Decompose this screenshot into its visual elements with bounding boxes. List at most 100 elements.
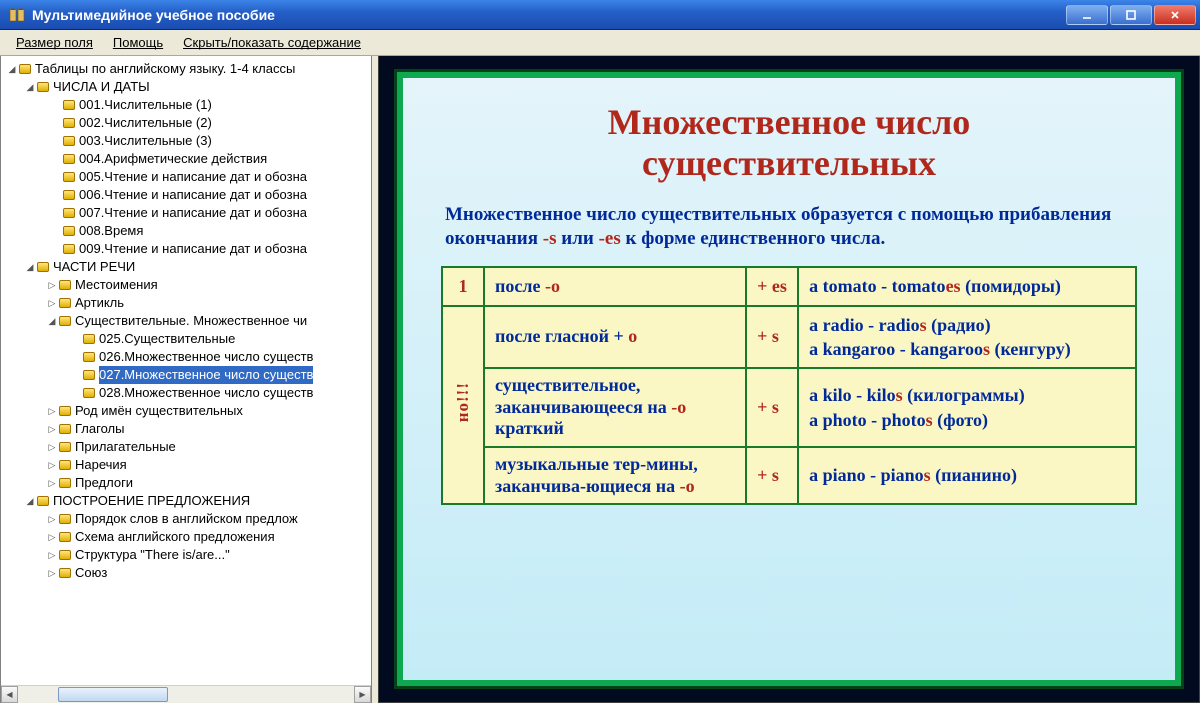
tree-category[interactable]: ◢ ЧАСТИ РЕЧИ xyxy=(3,258,371,276)
expand-icon[interactable]: ▷ xyxy=(47,460,57,470)
slide-card: Множественное число существительных Множ… xyxy=(397,72,1181,686)
tree-label: 002.Числительные (2) xyxy=(79,114,212,132)
example-cell: a kilo - kilos (килограммы) a photo - ph… xyxy=(798,368,1136,447)
tree-item[interactable]: ◢Существительные. Множественное чи xyxy=(3,312,371,330)
slide-title: Множественное число существительных xyxy=(441,102,1137,185)
page-icon xyxy=(63,172,75,182)
grammar-table: 1 после -o + es a tomato - tomatoes (пом… xyxy=(441,266,1137,505)
tree-item[interactable]: 004.Арифметические действия xyxy=(3,150,371,168)
tree-category[interactable]: ◢ ПОСТРОЕНИЕ ПРЕДЛОЖЕНИЯ xyxy=(3,492,371,510)
collapse-icon[interactable]: ◢ xyxy=(47,316,57,326)
tree-label: Наречия xyxy=(75,456,127,474)
scroll-track[interactable] xyxy=(18,686,354,703)
tree-label: Союз xyxy=(75,564,107,582)
tree-item[interactable]: ▷ Схема английского предложения xyxy=(3,528,371,546)
tree-item[interactable]: 003.Числительные (3) xyxy=(3,132,371,150)
collapse-icon[interactable]: ◢ xyxy=(7,64,17,74)
collapse-icon[interactable]: ◢ xyxy=(25,82,35,92)
rule-cell: после -o xyxy=(484,267,746,305)
close-button[interactable] xyxy=(1154,5,1196,25)
expand-icon[interactable]: ▷ xyxy=(47,514,57,524)
tree-item[interactable]: 025.Существительные xyxy=(3,330,371,348)
expand-icon[interactable]: ▷ xyxy=(47,280,57,290)
collapse-icon[interactable]: ◢ xyxy=(25,262,35,272)
tree-category[interactable]: ◢ ЧИСЛА И ДАТЫ xyxy=(3,78,371,96)
scroll-left-icon[interactable]: ◀ xyxy=(1,686,18,703)
folder-icon xyxy=(19,64,31,74)
tree-label: 008.Время xyxy=(79,222,143,240)
tree-item[interactable]: ▷Местоимения xyxy=(3,276,371,294)
tree-item[interactable]: ▷Предлоги xyxy=(3,474,371,492)
folder-icon xyxy=(37,262,49,272)
rule-cell: после гласной + o xyxy=(484,306,746,369)
tree-label: ПОСТРОЕНИЕ ПРЕДЛОЖЕНИЯ xyxy=(53,492,250,510)
tree-item[interactable]: 001.Числительные (1) xyxy=(3,96,371,114)
tree-item[interactable]: ▷Глаголы xyxy=(3,420,371,438)
desc-or: или xyxy=(557,228,599,249)
tree-item[interactable]: 008.Время xyxy=(3,222,371,240)
tree-panel: ◢ Таблицы по английскому языку. 1-4 клас… xyxy=(0,56,372,703)
tree-item-selected[interactable]: 027.Множественное число существ xyxy=(3,366,371,384)
rule-cell: существительное, заканчивающееся на -o к… xyxy=(484,368,746,447)
tree-label: 027.Множественное число существ xyxy=(99,366,313,384)
page-icon xyxy=(63,208,75,218)
tree-item[interactable]: ▷Порядок слов в английском предлож xyxy=(3,510,371,528)
tree-item[interactable]: 007.Чтение и написание дат и обозна xyxy=(3,204,371,222)
scroll-thumb[interactable] xyxy=(58,687,168,702)
page-icon xyxy=(63,226,75,236)
scroll-right-icon[interactable]: ▶ xyxy=(354,686,371,703)
tree-label: Род имён существительных xyxy=(75,402,243,420)
tree-item[interactable]: ▷Структура "There is/are..." xyxy=(3,546,371,564)
slide-description: Множественное число существительных обра… xyxy=(445,203,1133,251)
ending-cell: + s xyxy=(746,447,798,504)
tree-root[interactable]: ◢ Таблицы по английскому языку. 1-4 клас… xyxy=(3,60,371,78)
menu-field-size[interactable]: Размер поля xyxy=(6,30,103,55)
table-row: музыкальные тер-мины, заканчива-ющиеся н… xyxy=(442,447,1136,504)
tree-scroll[interactable]: ◢ Таблицы по английскому языку. 1-4 клас… xyxy=(1,56,371,685)
menu-help[interactable]: Помощь xyxy=(103,30,173,55)
collapse-icon[interactable]: ◢ xyxy=(25,496,35,506)
table-row: но!!! после гласной + o + s a radio - ra… xyxy=(442,306,1136,369)
tree-label: 001.Числительные (1) xyxy=(79,96,212,114)
tree-label: 028.Множественное число существ xyxy=(99,384,313,402)
tree-item[interactable]: ▷ Наречия xyxy=(3,456,371,474)
tree-item[interactable]: 009.Чтение и написание дат и обозна xyxy=(3,240,371,258)
folder-icon xyxy=(37,496,49,506)
title-line2: существительных xyxy=(642,143,936,183)
tree-item[interactable]: 026.Множественное число существ xyxy=(3,348,371,366)
expand-icon[interactable]: ▷ xyxy=(47,406,57,416)
expand-icon[interactable]: ▷ xyxy=(47,424,57,434)
folder-icon xyxy=(59,316,71,326)
minimize-button[interactable] xyxy=(1066,5,1108,25)
example-cell: a tomato - tomatoes (помидоры) xyxy=(798,267,1136,305)
expand-icon[interactable]: ▷ xyxy=(47,532,57,542)
maximize-button[interactable] xyxy=(1110,5,1152,25)
tree-item[interactable]: ▷Прилагательные xyxy=(3,438,371,456)
example-cell: a radio - radios (радио) a kangaroo - ka… xyxy=(798,306,1136,369)
page-icon xyxy=(63,100,75,110)
tree-item[interactable]: ▷ Род имён существительных xyxy=(3,402,371,420)
horizontal-scrollbar[interactable]: ◀ ▶ xyxy=(1,685,371,702)
content-panel: Множественное число существительных Множ… xyxy=(378,56,1200,703)
title-bar: Мультимедийное учебное пособие xyxy=(0,0,1200,30)
tree-item[interactable]: ▷Артикль xyxy=(3,294,371,312)
tree-label: Таблицы по английскому языку. 1-4 классы xyxy=(35,60,295,78)
expand-icon[interactable]: ▷ xyxy=(47,478,57,488)
tree-item[interactable]: 005.Чтение и написание дат и обозна xyxy=(3,168,371,186)
menu-toggle-toc[interactable]: Скрыть/показать содержание xyxy=(173,30,371,55)
window-title: Мультимедийное учебное пособие xyxy=(32,7,1066,23)
expand-icon[interactable]: ▷ xyxy=(47,442,57,452)
tree-label: 009.Чтение и написание дат и обозна xyxy=(79,240,307,258)
ending-cell: + s xyxy=(746,306,798,369)
tree-item[interactable]: 028.Множественное число существ xyxy=(3,384,371,402)
tree-label: 026.Множественное число существ xyxy=(99,348,313,366)
tree-item[interactable]: 006.Чтение и написание дат и обозна xyxy=(3,186,371,204)
expand-icon[interactable]: ▷ xyxy=(47,298,57,308)
tree-item[interactable]: ▷ Союз xyxy=(3,564,371,582)
expand-icon[interactable]: ▷ xyxy=(47,568,57,578)
expand-icon[interactable]: ▷ xyxy=(47,550,57,560)
tree-label: Схема английского предложения xyxy=(75,528,275,546)
table-row: существительное, заканчивающееся на -o к… xyxy=(442,368,1136,447)
folder-icon xyxy=(59,568,71,578)
tree-item[interactable]: 002.Числительные (2) xyxy=(3,114,371,132)
